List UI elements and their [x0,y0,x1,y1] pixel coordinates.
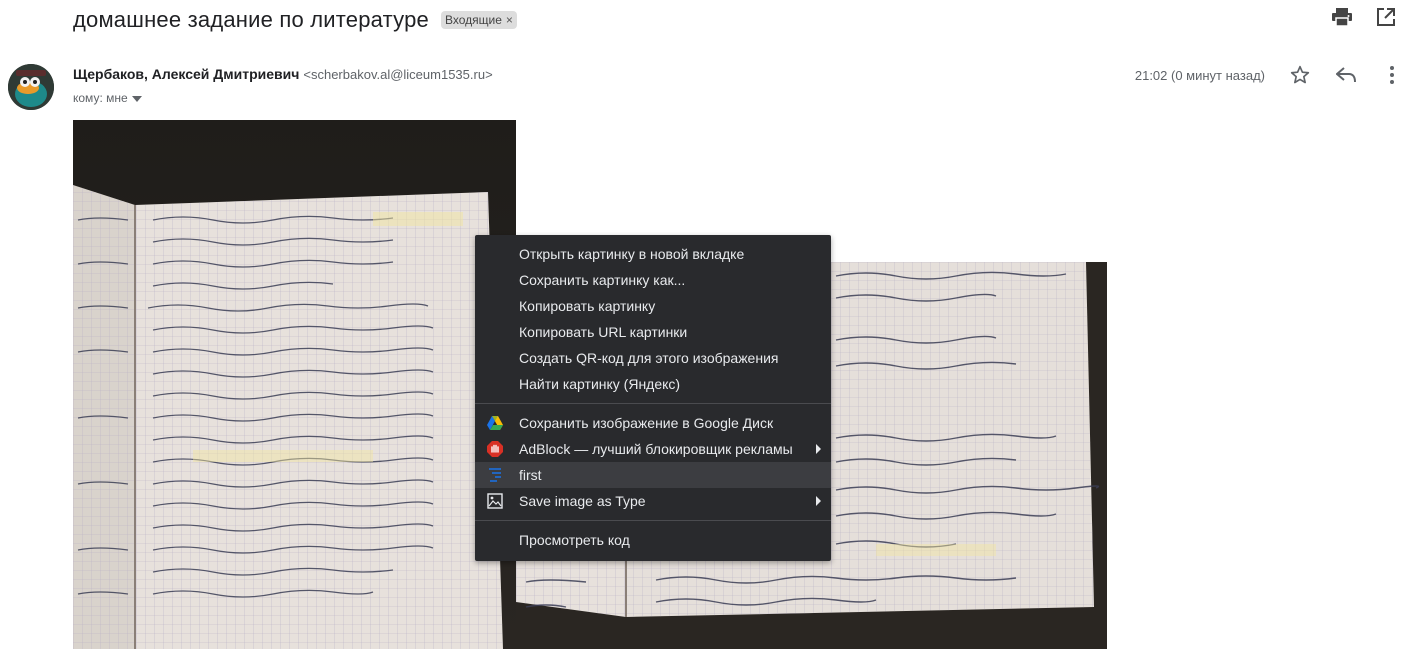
message-time: 21:02 (0 минут назад) [1134,67,1265,83]
ctx-search-image-yandex[interactable]: Найти картинку (Яндекс) [475,371,831,397]
submenu-arrow-icon [816,444,821,454]
reply-icon[interactable] [1335,64,1357,86]
google-drive-icon [487,415,503,431]
recipients-text: кому: мне [73,91,128,105]
adblock-icon [487,441,503,457]
ctx-item-label: AdBlock — лучший блокировщик рекламы [519,441,793,457]
print-icon[interactable] [1331,6,1353,28]
ctx-adblock[interactable]: AdBlock — лучший блокировщик рекламы [475,436,831,462]
ctx-inspect[interactable]: Просмотреть код [475,527,831,553]
image-icon [487,493,503,509]
ctx-save-image-as-type[interactable]: Save image as Type [475,488,831,514]
attachment-image-1[interactable] [73,120,516,649]
open-in-new-window-icon[interactable] [1375,6,1397,28]
ctx-item-label: Сохранить изображение в Google Диск [519,415,774,431]
context-menu: Открыть картинку в новой вкладке Сохрани… [475,235,831,561]
ctx-item-label: Просмотреть код [519,532,630,548]
star-icon[interactable] [1289,64,1311,86]
ctx-item-label: Копировать URL картинки [519,324,688,340]
ctx-item-label: Создать QR-код для этого изображения [519,350,779,366]
ctx-separator [475,520,831,521]
ctx-extension-first[interactable]: first [475,462,831,488]
ctx-save-image-as[interactable]: Сохранить картинку как... [475,267,831,293]
recipients-row[interactable]: кому: мне [73,91,142,105]
label-text: Входящие [444,13,502,27]
ctx-item-label: Save image as Type [519,493,646,509]
avatar[interactable] [8,64,54,110]
submenu-arrow-icon [816,496,821,506]
more-vert-icon[interactable] [1381,64,1403,86]
ctx-separator [475,403,831,404]
ctx-item-label: first [519,467,542,483]
top-actions [1331,6,1397,28]
ctx-open-image-new-tab[interactable]: Открыть картинку в новой вкладке [475,241,831,267]
message-meta: 21:02 (0 минут назад) [1135,64,1403,86]
extension-first-icon [487,467,503,483]
email-subject: домашнее задание по литературе [73,7,429,32]
ctx-copy-image[interactable]: Копировать картинку [475,293,831,319]
ctx-item-label: Сохранить картинку как... [519,272,686,288]
inbox-label-chip: Входящие × [440,11,517,29]
sender-email: <scherbakov.al@liceum1535.ru> [303,67,493,82]
subject-row: домашнее задание по литературе Входящие … [73,4,517,36]
ctx-item-label: Копировать картинку [519,298,656,314]
remove-label-icon[interactable]: × [506,13,513,27]
sender-row: Щербаков, Алексей Дмитриевич <scherbakov… [73,66,493,82]
ctx-item-label: Найти картинку (Яндекс) [519,376,681,392]
ctx-copy-image-url[interactable]: Копировать URL картинки [475,319,831,345]
ctx-create-qr-code[interactable]: Создать QR-код для этого изображения [475,345,831,371]
chevron-down-icon[interactable] [131,91,142,105]
ctx-item-label: Открыть картинку в новой вкладке [519,246,745,262]
ctx-save-to-google-drive[interactable]: Сохранить изображение в Google Диск [475,410,831,436]
sender-name[interactable]: Щербаков, Алексей Дмитриевич [73,66,299,82]
